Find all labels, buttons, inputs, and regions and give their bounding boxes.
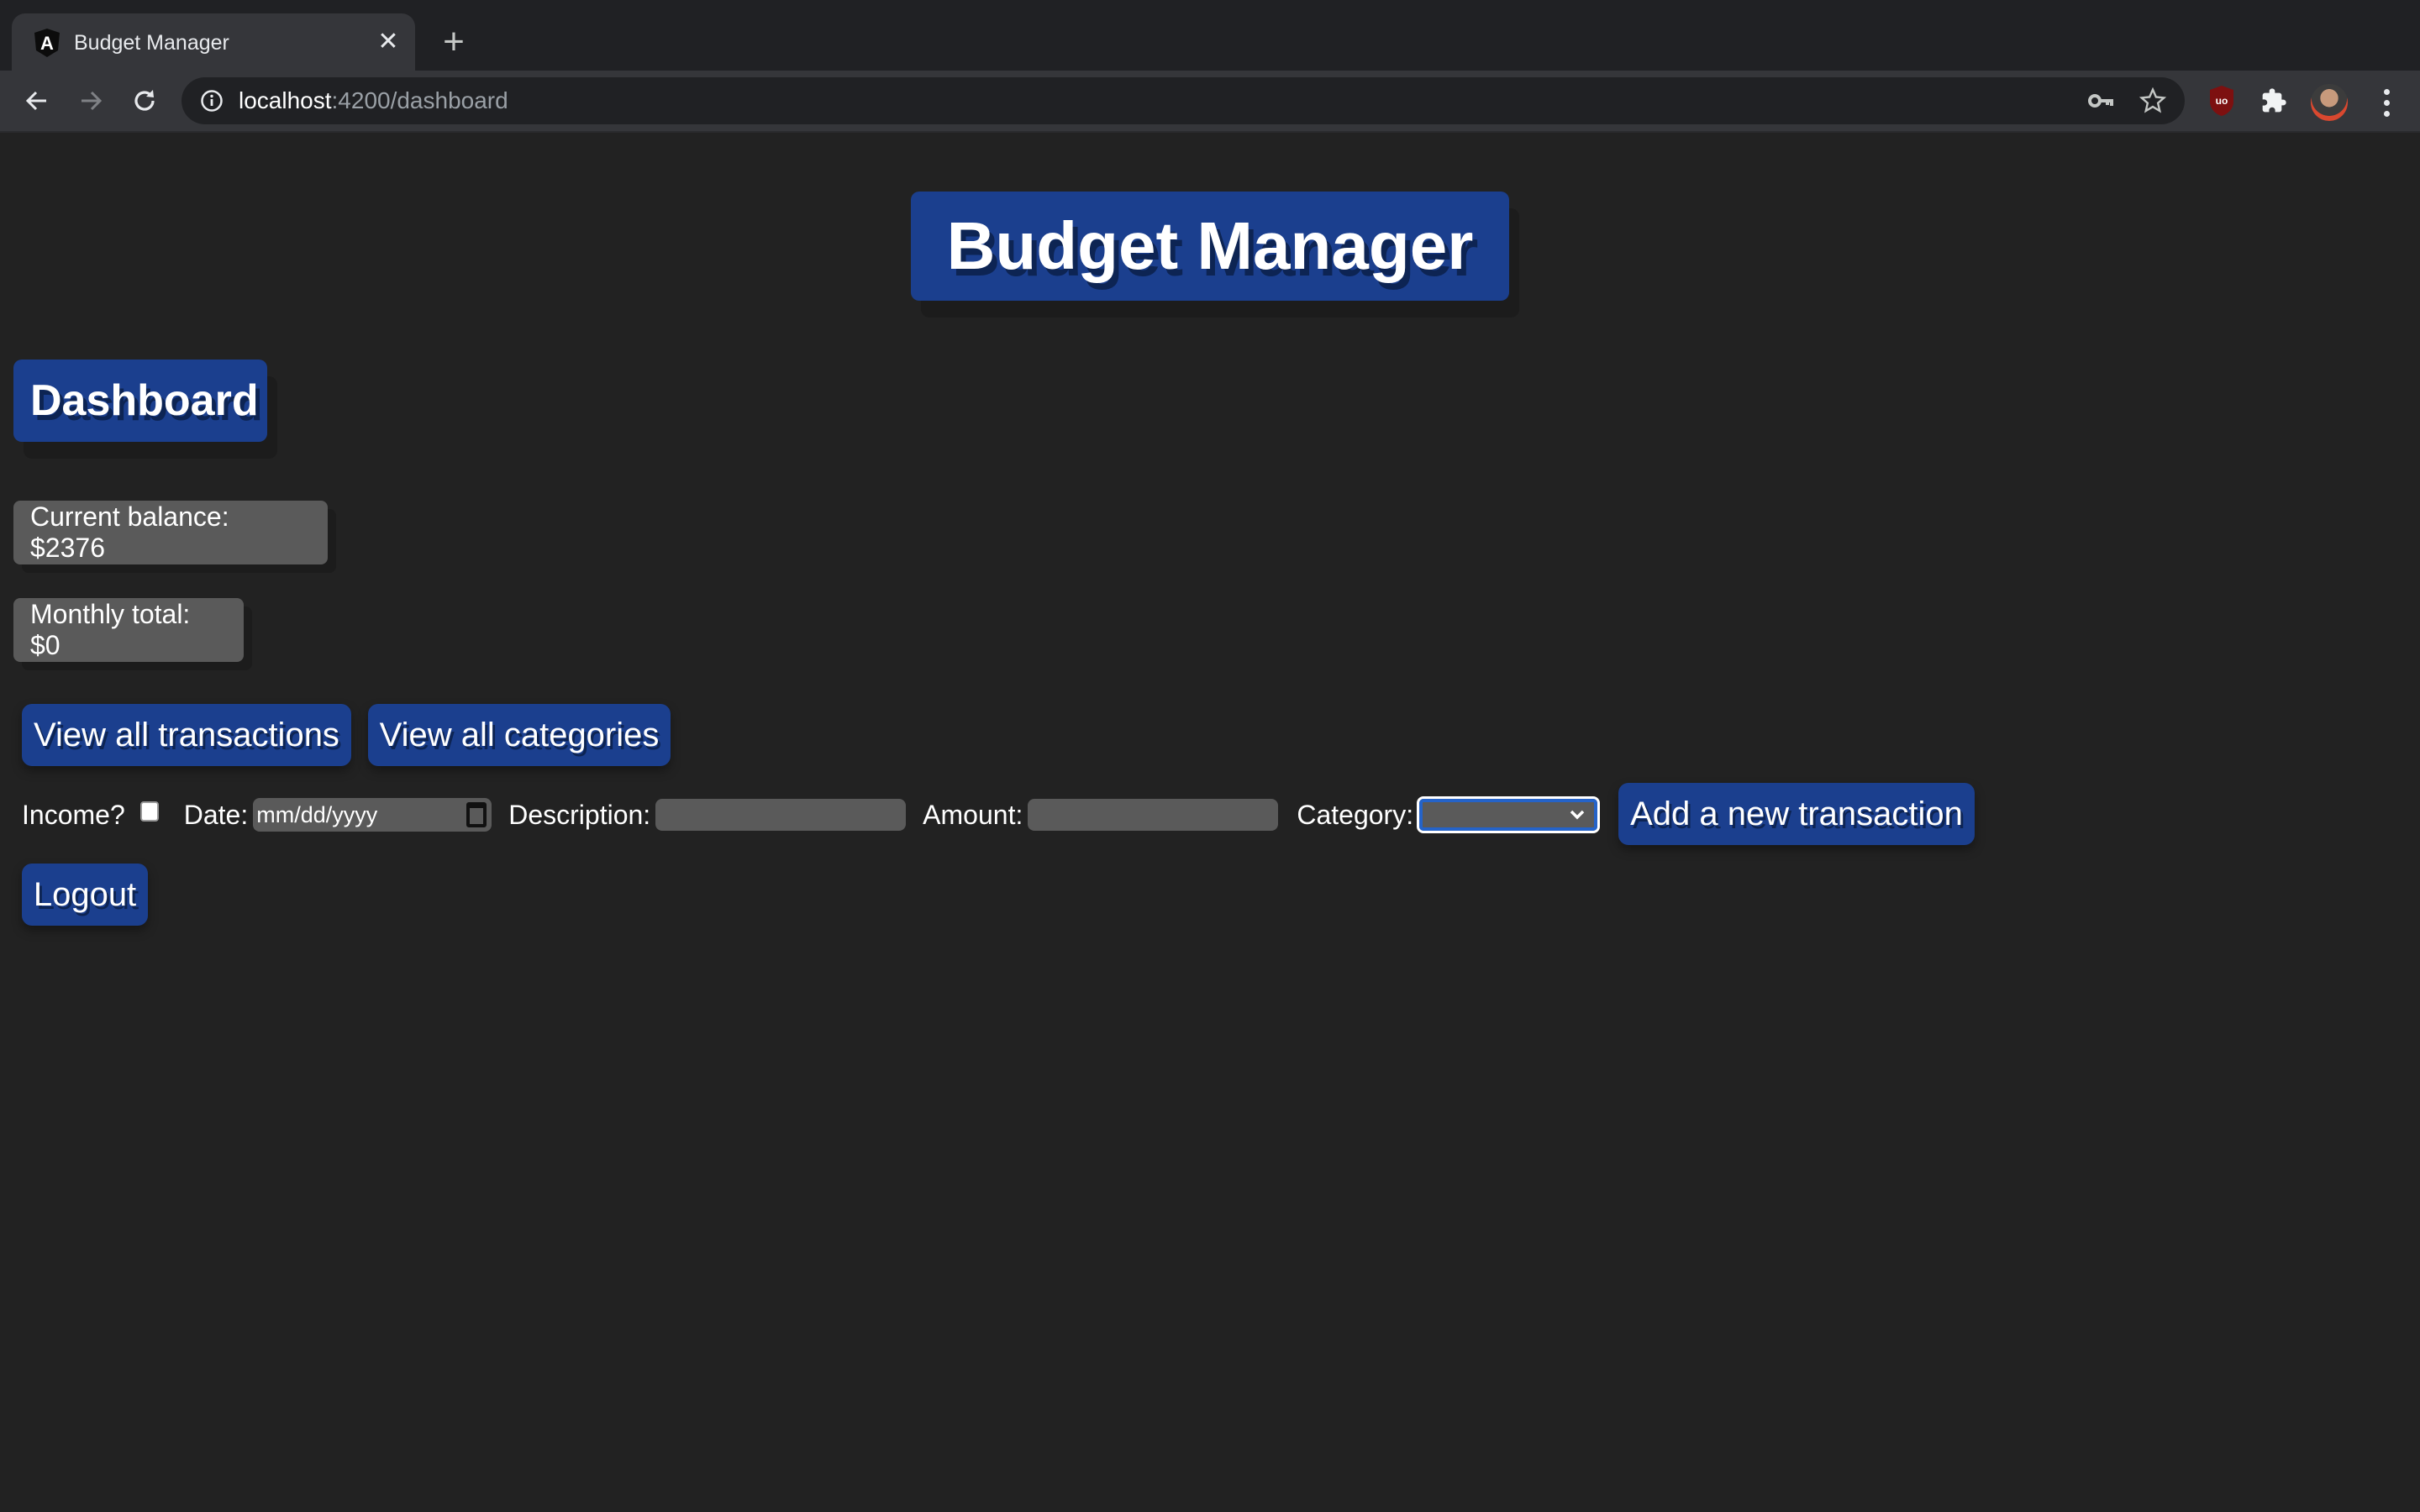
browser-toolbar: localhost:4200/dashboard uo bbox=[0, 71, 2420, 133]
key-icon[interactable] bbox=[2087, 87, 2114, 114]
view-categories-button[interactable]: View all categories bbox=[368, 704, 671, 766]
monthly-total: Monthly total: $0 bbox=[13, 598, 244, 662]
address-bar[interactable]: localhost:4200/dashboard bbox=[182, 77, 2185, 124]
url-text[interactable]: localhost:4200/dashboard bbox=[239, 86, 508, 116]
income-checkbox[interactable] bbox=[139, 801, 159, 822]
close-tab-icon[interactable]: ✕ bbox=[373, 27, 403, 57]
income-label: Income? bbox=[22, 799, 125, 830]
amount-input[interactable] bbox=[1028, 799, 1279, 831]
add-transaction-form: Income? Date: mm/dd/yyyy Description: Am… bbox=[22, 790, 1601, 840]
ublock-icon[interactable]: uo bbox=[2205, 84, 2238, 118]
category-label: Category: bbox=[1297, 799, 1414, 830]
app-title: Budget Manager bbox=[946, 208, 1474, 283]
forward-icon[interactable] bbox=[71, 81, 111, 121]
view-transactions-button[interactable]: View all transactions bbox=[22, 704, 351, 766]
browser-tab[interactable]: A Budget Manager ✕ bbox=[12, 13, 415, 71]
info-icon[interactable] bbox=[200, 89, 224, 113]
calendar-icon[interactable] bbox=[466, 802, 487, 827]
date-label: Date: bbox=[183, 799, 249, 830]
star-icon[interactable] bbox=[2139, 87, 2166, 114]
page-title: Dashboard bbox=[30, 376, 259, 425]
menu-icon[interactable] bbox=[2370, 86, 2403, 119]
tab-strip: A Budget Manager ✕ + bbox=[0, 0, 2420, 71]
url-host: localhost bbox=[239, 87, 332, 113]
new-tab-button[interactable]: + bbox=[437, 24, 471, 60]
back-icon[interactable] bbox=[17, 81, 57, 121]
avatar[interactable] bbox=[2311, 84, 2348, 121]
amount-label: Amount: bbox=[923, 799, 1023, 830]
description-input[interactable] bbox=[655, 799, 907, 831]
angular-icon: A bbox=[34, 29, 60, 57]
svg-text:A: A bbox=[40, 33, 54, 54]
url-path: :4200/dashboard bbox=[331, 87, 508, 113]
date-placeholder: mm/dd/yyyy bbox=[256, 801, 378, 827]
chevron-down-icon bbox=[1570, 810, 1585, 820]
current-balance: Current balance: $2376 bbox=[13, 501, 328, 564]
extensions-icon[interactable] bbox=[2257, 84, 2291, 118]
description-label: Description: bbox=[508, 799, 651, 830]
svg-text:uo: uo bbox=[2216, 95, 2228, 107]
page-heading-box: Dashboard bbox=[13, 360, 267, 442]
reload-icon[interactable] bbox=[124, 81, 165, 121]
tab-title: Budget Manager bbox=[74, 31, 229, 55]
date-input[interactable]: mm/dd/yyyy bbox=[253, 798, 492, 832]
category-select[interactable] bbox=[1417, 796, 1601, 833]
add-transaction-button[interactable]: Add a new transaction bbox=[1618, 783, 1975, 845]
app-header: Budget Manager bbox=[911, 192, 1509, 301]
logout-button[interactable]: Logout bbox=[22, 864, 148, 926]
